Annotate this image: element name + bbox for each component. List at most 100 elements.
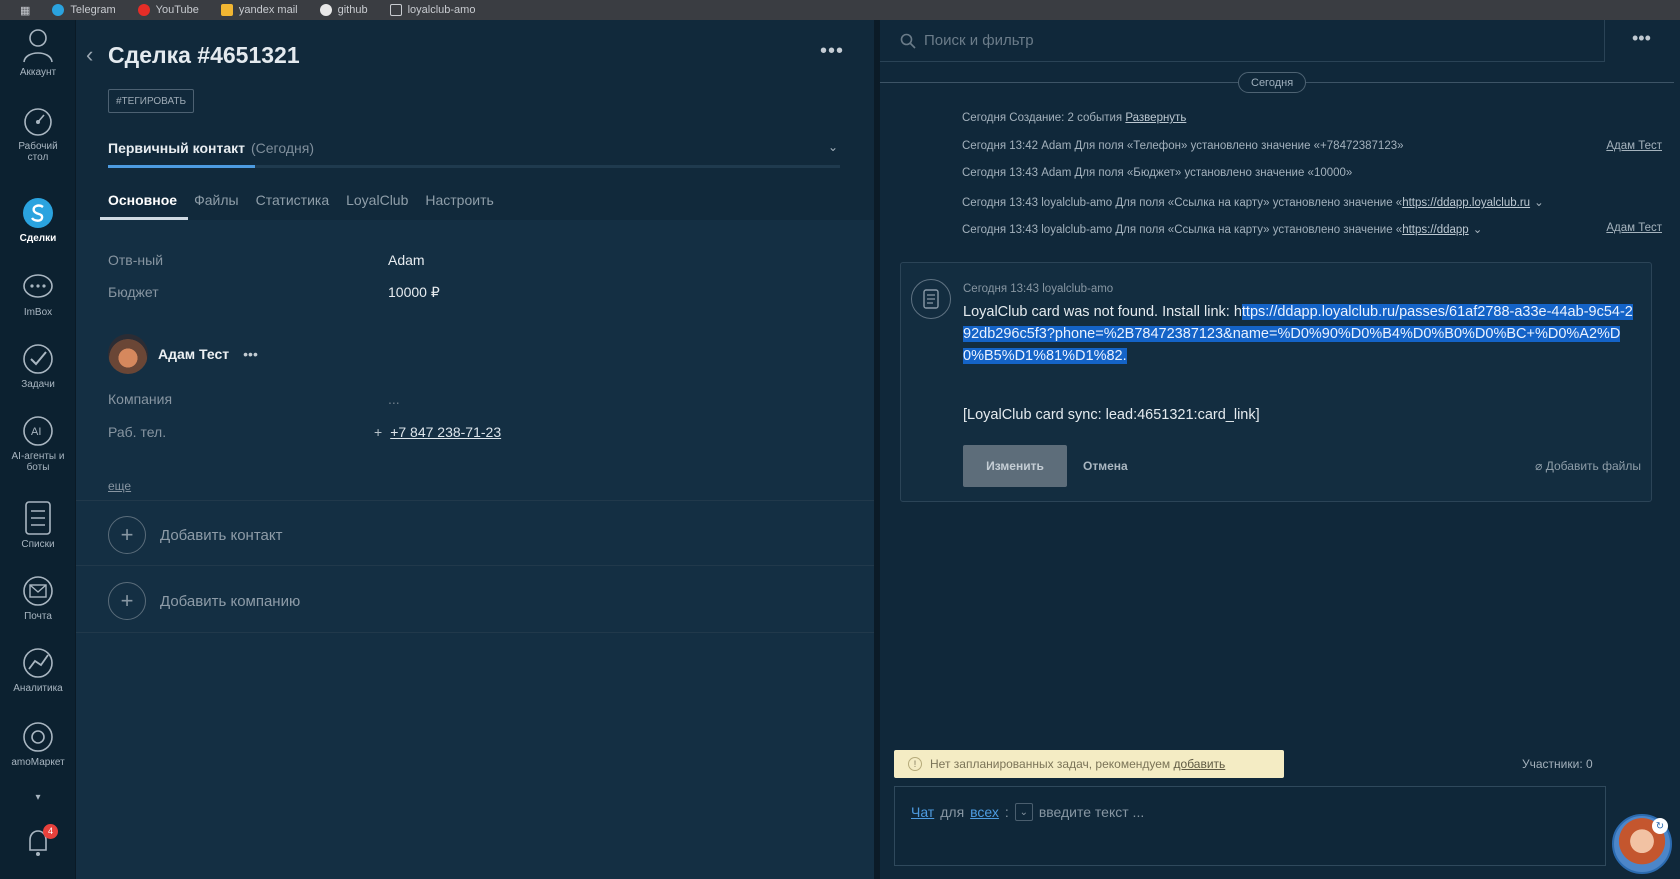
bookmark-github[interactable]: github <box>319 4 368 16</box>
note-editor: Сегодня 13:43 loyalclub-amo LoyalClub ca… <box>900 262 1652 502</box>
tab-files[interactable]: Файлы <box>194 192 238 208</box>
lead-card: ‹ Сделка #4651321 ••• #ТЕГИРОВАТЬ Первич… <box>76 20 874 879</box>
chevron-down-icon[interactable]: ⌄ <box>1473 224 1483 236</box>
chat-type-link[interactable]: Чат <box>911 804 934 820</box>
field-company[interactable]: Компания ... <box>108 391 400 407</box>
field-work-phone[interactable]: Раб. тел. + +7 847 238-71-23 <box>108 424 501 440</box>
note-meta: Сегодня 13:43 loyalclub-amo <box>963 283 1114 295</box>
event-row: Сегодня 13:42 Adam Для поля «Телефон» ус… <box>962 140 1662 152</box>
browser-bookmarks-bar: ▦ Telegram YouTube yandex mail github lo… <box>0 0 1680 20</box>
add-contact-label: Добавить контакт <box>160 526 283 544</box>
field-value: ... <box>388 391 400 407</box>
bookmark-loyalclub[interactable]: loyalclub-amo <box>389 4 475 16</box>
event-row: Сегодня 13:43 Adam Для поля «Бюджет» уст… <box>962 167 1353 179</box>
event-value-link[interactable]: https://ddapp <box>1402 224 1469 236</box>
pipeline-date: (Сегодня) <box>251 140 314 156</box>
divider <box>1604 20 1605 62</box>
nav-analytics[interactable]: Аналитика <box>0 646 76 694</box>
tab-loyalclub[interactable]: LoyalClub <box>346 192 408 208</box>
field-label: Отв-ный <box>108 252 164 268</box>
chevron-down-icon[interactable]: ⌄ <box>1014 803 1033 821</box>
event-author-link[interactable]: Адам Тест <box>1606 140 1662 152</box>
attach-files-button[interactable]: ⌀ Добавить файлы <box>1535 459 1641 473</box>
more-fields-link[interactable]: еще <box>108 479 131 493</box>
chevron-down-icon[interactable]: ⌄ <box>1534 197 1544 209</box>
chat-recipient-link[interactable]: всех <box>970 804 999 820</box>
contact-header[interactable]: Адам Тест ••• <box>108 334 258 374</box>
deals-icon <box>23 198 53 228</box>
add-contact-button[interactable]: + Добавить контакт <box>108 516 282 554</box>
nav-dashboard[interactable]: Рабочий стол <box>0 106 76 163</box>
bookmark-telegram[interactable]: Telegram <box>52 4 116 16</box>
note-sync-text: [LoyalClub card sync: lead:4651321:card_… <box>963 407 1260 423</box>
nav-deals[interactable]: Сделки <box>0 196 76 244</box>
field-label: Раб. тел. <box>108 424 167 440</box>
tab-main[interactable]: Основное <box>108 192 177 208</box>
nav-amomarket[interactable]: amoМаркет <box>0 720 76 768</box>
chat-composer[interactable]: Чат для всех: ⌄ введите текст ... <box>894 786 1606 866</box>
dashboard-icon <box>24 108 52 136</box>
chat-input-placeholder[interactable]: введите текст ... <box>1039 804 1144 820</box>
plus-icon: + <box>374 424 383 440</box>
avatar <box>108 334 148 374</box>
cancel-button[interactable]: Отмена <box>1083 459 1128 473</box>
bookmark-youtube[interactable]: YouTube <box>137 4 199 16</box>
nav-tasks[interactable]: Задачи <box>0 342 76 390</box>
tasks-icon <box>23 344 53 374</box>
save-button[interactable]: Изменить <box>963 445 1067 487</box>
apps-icon[interactable]: ▦ <box>20 4 30 17</box>
event-author-link[interactable]: Адам Тест <box>1606 222 1662 234</box>
plus-circle-icon: + <box>108 582 146 620</box>
youtube-icon <box>137 4 150 16</box>
lead-header: ‹ Сделка #4651321 ••• #ТЕГИРОВАТЬ Первич… <box>76 20 874 220</box>
expand-link[interactable]: Развернуть <box>1125 112 1186 124</box>
nav-ai-agents[interactable]: AI AI-агенты и боты <box>0 414 76 473</box>
plus-circle-icon: + <box>108 516 146 554</box>
pipeline-selector[interactable]: Первичный контакт (Сегодня) <box>108 140 314 156</box>
tasks-notice: ! Нет запланированных задач, рекомендуем… <box>894 750 1284 778</box>
add-task-link[interactable]: добавить <box>1174 757 1226 771</box>
divider <box>76 500 874 501</box>
note-text-input[interactable]: LoyalClub card was not found. Install li… <box>963 301 1639 367</box>
notifications-badge: 4 <box>43 824 58 839</box>
phone-link[interactable]: +7 847 238-71-23 <box>390 424 501 440</box>
field-label: Бюджет <box>108 284 159 300</box>
warning-icon: ! <box>908 757 922 771</box>
field-value: 10000 ₽ <box>388 284 440 300</box>
participants-count[interactable]: Участники: 0 <box>1522 757 1593 771</box>
field-label: Компания <box>108 391 173 407</box>
tag-button[interactable]: #ТЕГИРОВАТЬ <box>108 89 195 113</box>
contact-menu-button[interactable]: ••• <box>243 346 258 362</box>
feed-menu-button[interactable]: ••• <box>1632 28 1651 49</box>
nav-account[interactable]: Аккаунт <box>0 26 76 78</box>
nav-lists[interactable]: Списки <box>0 500 76 550</box>
field-budget[interactable]: Бюджет 10000 ₽ <box>108 284 440 300</box>
event-row: Сегодня 13:43 loyalclub-amo Для поля «Сс… <box>962 222 1662 236</box>
tab-settings[interactable]: Настроить <box>425 192 493 208</box>
event-value-link[interactable]: https://ddapp.loyalclub.ru <box>1402 197 1530 209</box>
feed-panel: Поиск и фильтр ••• Сегодня Сегодня Созда… <box>880 20 1680 879</box>
nav-mail[interactable]: Почта <box>0 574 76 622</box>
pipeline-progress-fill <box>108 165 255 168</box>
tab-statistics[interactable]: Статистика <box>256 192 330 208</box>
bookmark-yandex-mail[interactable]: yandex mail <box>220 4 298 16</box>
nav-more-toggle[interactable]: ▾ <box>0 792 76 803</box>
pipeline-stage: Первичный контакт <box>108 140 245 156</box>
nav-notifications[interactable]: 4 <box>0 824 76 863</box>
back-chevron-icon[interactable]: ‹ <box>86 42 93 68</box>
active-tab-indicator <box>100 217 188 220</box>
contact-name[interactable]: Адам Тест <box>158 346 229 362</box>
chevron-down-icon[interactable]: ⌄ <box>828 140 838 154</box>
account-icon <box>23 29 53 63</box>
lead-menu-button[interactable]: ••• <box>820 40 844 63</box>
field-responsible[interactable]: Отв-ный Adam <box>108 252 425 268</box>
add-company-button[interactable]: + Добавить компанию <box>108 582 300 620</box>
nav-imbox[interactable]: ImBox <box>0 272 76 318</box>
divider <box>76 632 874 633</box>
search-input[interactable]: Поиск и фильтр <box>880 20 1604 62</box>
analytics-icon <box>23 648 53 678</box>
search-icon <box>900 33 916 49</box>
ai-icon: AI <box>23 416 53 446</box>
lead-title: Сделка #4651321 <box>108 42 300 68</box>
note-icon <box>911 279 951 319</box>
